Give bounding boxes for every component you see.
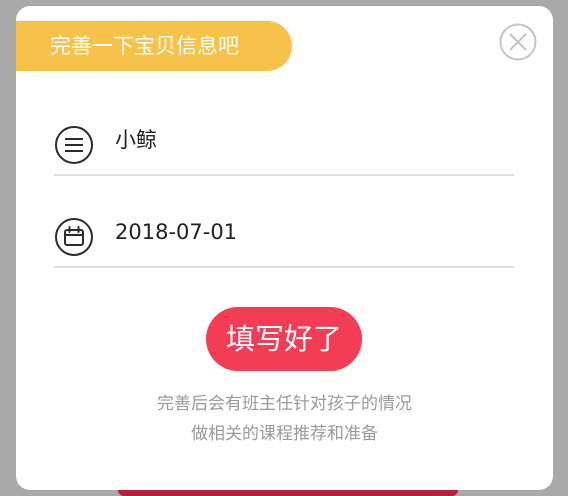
hint-text-line-2: 做相关的课程推荐和准备 bbox=[191, 424, 378, 444]
close-circle-icon bbox=[499, 23, 537, 61]
baby-name-value[interactable]: 小鲸 bbox=[115, 118, 157, 162]
submit-button[interactable]: 填写好了 bbox=[206, 307, 362, 371]
birthday-field[interactable]: 2018-07-01 bbox=[54, 210, 514, 268]
close-button[interactable] bbox=[499, 23, 537, 61]
list-icon bbox=[54, 125, 94, 165]
calendar-icon bbox=[54, 217, 94, 257]
birthday-value[interactable]: 2018-07-01 bbox=[115, 210, 237, 254]
baby-name-field[interactable]: 小鲸 bbox=[54, 118, 514, 176]
hint-text-line-1: 完善后会有班主任针对孩子的情况 bbox=[157, 394, 412, 414]
baby-info-dialog: 完善一下宝贝信息吧 小鲸 2018-07-01 填写好了 完善后会有班主任针对孩… bbox=[16, 6, 553, 490]
dialog-title: 完善一下宝贝信息吧 bbox=[16, 21, 292, 71]
